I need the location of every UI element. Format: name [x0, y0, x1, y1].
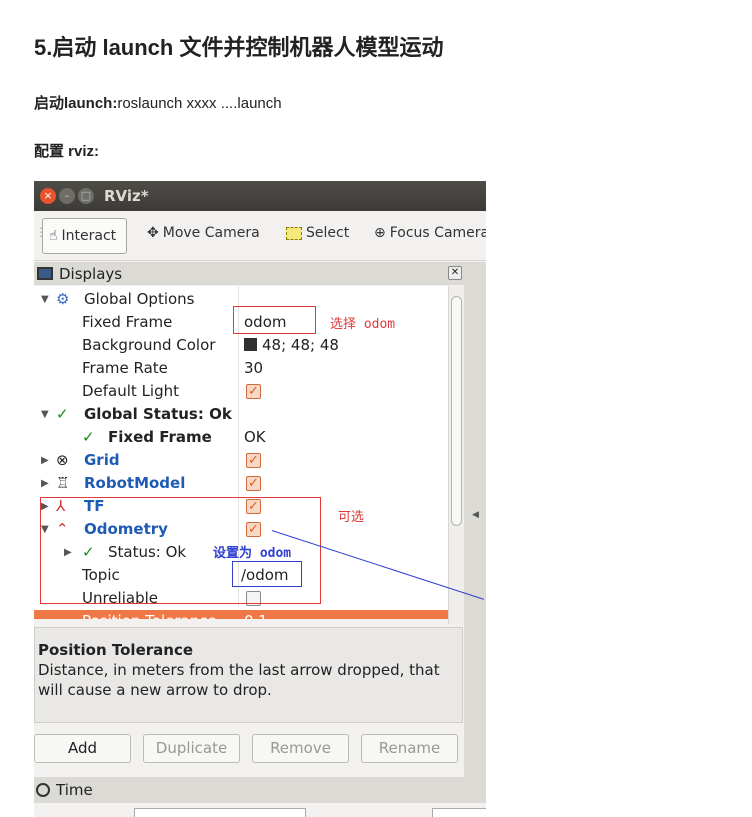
- launch-command: roslaunch xxxx ....launch: [117, 95, 282, 112]
- rename-button[interactable]: Rename: [361, 734, 458, 763]
- tree-scrollbar[interactable]: [448, 286, 464, 624]
- background-color-value[interactable]: 48; 48; 48: [244, 334, 339, 357]
- tree-label: Background Color: [82, 336, 216, 354]
- monitor-icon: [37, 267, 53, 280]
- time-field[interactable]: [134, 808, 306, 817]
- gear-icon: ⚙: [56, 290, 70, 308]
- annotation-choose-odom: 选择 odom: [330, 317, 396, 332]
- tree-label: Frame Rate: [82, 359, 168, 377]
- move-camera-tool-button[interactable]: ✥ Move Camera: [147, 225, 260, 241]
- tree-row-global-status[interactable]: ▼ ✓ Global Status: Ok: [34, 403, 448, 426]
- tree-row-position-tolerance[interactable]: Position Tolerance 0.1: [34, 610, 448, 619]
- move-camera-label: Move Camera: [162, 225, 260, 241]
- tree-label: Fixed Frame: [108, 428, 212, 446]
- displays-panel-header: Displays ✕: [34, 262, 464, 285]
- frame-rate-value[interactable]: 30: [244, 357, 263, 380]
- position-tolerance-value[interactable]: 0.1: [244, 610, 268, 619]
- interact-label: Interact: [61, 228, 117, 244]
- robot-icon: ♖: [56, 474, 70, 492]
- rviz-config-paragraph: 配置 rviz:: [34, 143, 100, 160]
- select-tool-button[interactable]: Select: [286, 225, 349, 241]
- tree-row-grid[interactable]: ▶ ⊗ Grid ✓: [34, 449, 448, 472]
- launch-label: 启动launch:: [34, 95, 118, 112]
- annotation-optional: 可选: [338, 510, 365, 525]
- tree-label: Global Options: [84, 290, 195, 308]
- default-light-checkbox[interactable]: ✓: [246, 384, 261, 399]
- color-value-text: 48; 48; 48: [262, 336, 339, 354]
- move-arrows-icon: ✥: [147, 225, 159, 241]
- tree-label: Fixed Frame: [82, 313, 173, 331]
- topic-highlight-box: [232, 561, 302, 587]
- selection-box-icon: [286, 226, 302, 240]
- focus-camera-label: Focus Camera: [389, 225, 486, 241]
- collapse-arrow-icon[interactable]: ▶: [41, 472, 49, 495]
- fixed-frame-status-value: OK: [244, 428, 266, 446]
- select-label: Select: [306, 225, 350, 241]
- add-button[interactable]: Add: [34, 734, 131, 763]
- property-description: Position Tolerance Distance, in meters f…: [34, 627, 463, 723]
- description-text: Distance, in meters from the last arrow …: [38, 661, 440, 699]
- time-title: Time: [56, 781, 93, 799]
- tree-label: Default Light: [82, 382, 180, 400]
- hand-pointer-icon: ☝: [49, 228, 58, 244]
- tree-row-background-color[interactable]: Background Color 48; 48; 48: [34, 334, 448, 357]
- launch-paragraph: 启动launch:roslaunch xxxx ....launch: [34, 92, 282, 113]
- annotation-set-to-odom: 设置为 odom: [213, 546, 292, 561]
- tools-toolbar: ⋮ ☝ Interact ✥ Move Camera Select ⊕ Focu…: [34, 211, 486, 261]
- color-swatch-icon: [244, 338, 257, 351]
- tree-label: RobotModel: [84, 474, 186, 492]
- window-titlebar: × – □ RViz*: [34, 181, 486, 211]
- checkmark-icon: ✓: [56, 405, 69, 423]
- clock-icon: [36, 783, 50, 797]
- panel-close-icon[interactable]: ✕: [448, 266, 462, 280]
- grid-icon: ⊗: [56, 451, 69, 469]
- minimize-icon[interactable]: –: [59, 188, 75, 204]
- fixed-frame-highlight-box: [233, 306, 316, 334]
- tree-row-default-light[interactable]: Default Light ✓: [34, 380, 448, 403]
- focus-target-icon: ⊕: [374, 225, 386, 241]
- close-icon[interactable]: ×: [40, 188, 56, 204]
- tree-label: Global Status: Ok: [84, 405, 232, 423]
- collapse-arrow-icon[interactable]: ▶: [41, 449, 49, 472]
- collapse-left-icon[interactable]: ◀: [472, 510, 479, 520]
- splitter-handle[interactable]: ◀: [464, 262, 486, 817]
- interact-tool-button[interactable]: ☝ Interact: [42, 218, 128, 254]
- grid-checkbox[interactable]: ✓: [246, 453, 261, 468]
- tree-row-fixed-frame-status[interactable]: ✓ Fixed Frame OK: [34, 426, 448, 449]
- maximize-icon[interactable]: □: [78, 188, 94, 204]
- tree-label: Position Tolerance: [82, 610, 217, 619]
- expand-arrow-icon[interactable]: ▼: [41, 403, 49, 426]
- remove-button[interactable]: Remove: [252, 734, 349, 763]
- tree-label: Grid: [84, 451, 120, 469]
- robot-model-checkbox[interactable]: ✓: [246, 476, 261, 491]
- expand-arrow-icon[interactable]: ▼: [41, 288, 49, 311]
- tree-row-robot-model[interactable]: ▶ ♖ RobotModel ✓: [34, 472, 448, 495]
- checkmark-icon: ✓: [82, 428, 95, 446]
- tree-row-frame-rate[interactable]: Frame Rate 30: [34, 357, 448, 380]
- description-title: Position Tolerance: [38, 641, 194, 659]
- duplicate-button[interactable]: Duplicate: [143, 734, 240, 763]
- focus-camera-tool-button[interactable]: ⊕ Focus Camera: [374, 225, 486, 241]
- time-panel-header: Time: [34, 777, 486, 803]
- article-heading: 5.启动 launch 文件并控制机器人模型运动: [34, 35, 444, 60]
- displays-title: Displays: [59, 264, 123, 283]
- window-title: RViz*: [104, 187, 149, 205]
- time-panel-fields: [34, 803, 486, 817]
- scrollbar-thumb[interactable]: [451, 296, 462, 526]
- time-field[interactable]: [432, 808, 486, 817]
